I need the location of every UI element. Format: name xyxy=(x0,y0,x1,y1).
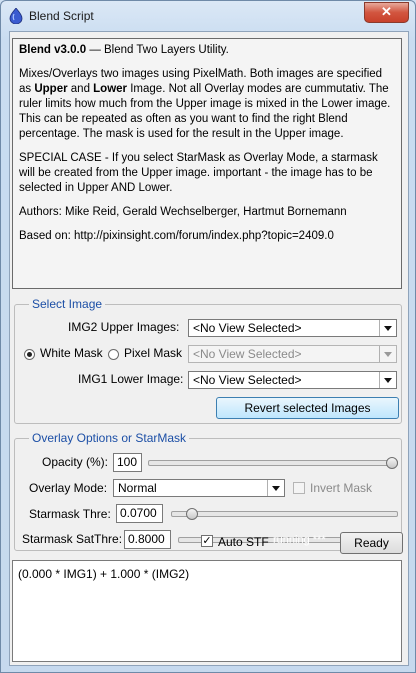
starmask-thre-slider[interactable] xyxy=(171,511,398,517)
info-heading: Blend v3.0.0 xyxy=(19,44,87,56)
chevron-down-icon xyxy=(379,372,396,388)
revert-selected-images-button[interactable]: Revert selected Images xyxy=(216,397,399,419)
ready-button[interactable]: Ready xyxy=(340,532,403,554)
starmask-satthre-label: Starmask SatThre: xyxy=(22,532,123,546)
chevron-down-icon xyxy=(379,320,396,336)
pixelmath-expression: (0.000 * IMG1) + 1.000 * (IMG2) xyxy=(18,567,190,581)
info-lower-bold: Lower xyxy=(93,83,128,95)
overlay-mode-value: Normal xyxy=(118,481,157,495)
auto-stf-checkbox[interactable]: ✓ xyxy=(201,535,213,547)
info-and: and xyxy=(67,83,94,95)
close-button[interactable]: ✕ xyxy=(364,2,409,23)
invert-mask-label: Invert Mask xyxy=(310,481,373,495)
info-upper-bold: Upper xyxy=(34,83,68,95)
upper-image-value: <No View Selected> xyxy=(193,321,302,335)
mask-image-value: <No View Selected> xyxy=(193,347,302,361)
pixinsight-app-icon xyxy=(9,8,23,24)
mask-image-select[interactable]: <No View Selected> xyxy=(188,345,397,363)
pixel-mask-radio[interactable] xyxy=(108,349,119,360)
pixel-mask-label[interactable]: Pixel Mask xyxy=(124,346,182,360)
chevron-down-icon xyxy=(267,480,284,496)
status-running-text: running *** xyxy=(273,534,326,546)
info-heading-rest: — Blend Two Layers Utility. xyxy=(86,44,229,56)
info-paragraph-2: SPECIAL CASE - If you select StarMask as… xyxy=(19,152,378,194)
close-icon: ✕ xyxy=(381,4,392,19)
white-mask-radio[interactable] xyxy=(24,349,35,360)
info-panel: Blend v3.0.0 — Blend Two Layers Utility.… xyxy=(12,38,402,289)
title-bar[interactable]: Blend Script ✕ xyxy=(1,1,415,31)
opacity-label: Opacity (%): xyxy=(42,455,109,469)
lower-image-label: IMG1 Lower Image: xyxy=(78,372,184,386)
lower-image-value: <No View Selected> xyxy=(193,373,302,387)
upper-image-select[interactable]: <No View Selected> xyxy=(188,319,397,337)
white-mask-label[interactable]: White Mask xyxy=(40,346,103,360)
invert-mask-checkbox[interactable] xyxy=(293,482,305,494)
select-image-group-title: Select Image xyxy=(29,297,106,311)
dialog-body: Blend v3.0.0 — Blend Two Layers Utility.… xyxy=(9,31,409,666)
starmask-thre-label: Starmask Thre: xyxy=(29,507,111,521)
upper-image-label: IMG2 Upper Images: xyxy=(68,320,180,334)
starmask-thre-input[interactable]: 0.0700 xyxy=(116,504,163,523)
starmask-satthre-input[interactable]: 0.8000 xyxy=(124,530,171,549)
blend-script-window: Blend Script ✕ Blend v3.0.0 — Blend Two … xyxy=(0,0,416,673)
overlay-mode-select[interactable]: Normal xyxy=(113,479,285,497)
auto-stf-label[interactable]: Auto STF xyxy=(218,535,269,549)
info-authors: Authors: Mike Reid, Gerald Wechselberger… xyxy=(19,206,347,218)
chevron-down-icon xyxy=(379,346,396,362)
lower-image-select[interactable]: <No View Selected> xyxy=(188,371,397,389)
window-title: Blend Script xyxy=(29,9,94,23)
checkmark-icon: ✓ xyxy=(202,535,212,547)
overlay-mode-label: Overlay Mode: xyxy=(29,481,108,495)
opacity-slider-handle[interactable] xyxy=(386,457,398,469)
select-image-group: Select Image IMG2 Upper Images: <No View… xyxy=(14,297,402,424)
overlay-options-group-title: Overlay Options or StarMask xyxy=(29,431,190,445)
opacity-slider[interactable] xyxy=(148,460,398,466)
starmask-thre-slider-handle[interactable] xyxy=(186,508,199,520)
pixelmath-expression-output[interactable]: (0.000 * IMG1) + 1.000 * (IMG2) xyxy=(12,560,402,662)
opacity-input[interactable]: 100 xyxy=(113,453,142,472)
info-based-on: Based on: http://pixinsight.com/forum/in… xyxy=(19,230,334,242)
